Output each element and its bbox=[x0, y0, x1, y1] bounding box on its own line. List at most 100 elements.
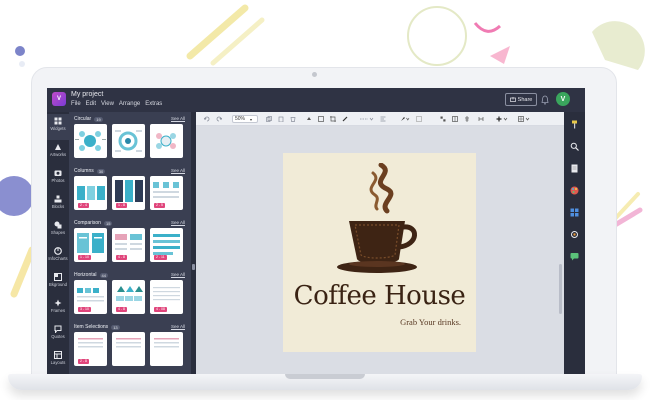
template-thumbnail[interactable]: 2 - 5 bbox=[150, 176, 183, 210]
template-thumbnail[interactable]: 4 - 8 bbox=[112, 280, 145, 314]
template-thumbnail[interactable] bbox=[150, 332, 183, 366]
delete-icon[interactable] bbox=[290, 116, 296, 122]
menu-extras[interactable]: Extras bbox=[145, 101, 162, 107]
widgets-panel: Circular 19 See All Columns 30 See All 2… bbox=[69, 112, 191, 374]
vertical-scrollbar[interactable] bbox=[559, 264, 562, 314]
panel-section-comparison: Comparison 15 See All 1 - 10 4 - 8 2 - 1… bbox=[72, 218, 188, 270]
artboard[interactable]: Coffee House Grab Your drinks. bbox=[283, 153, 476, 352]
layers-icon[interactable] bbox=[570, 208, 579, 217]
menu-view[interactable]: View bbox=[101, 101, 114, 107]
paste-icon[interactable] bbox=[278, 116, 284, 122]
rail-item-widgets[interactable]: Widgets bbox=[47, 114, 69, 140]
see-all-link[interactable]: See All bbox=[171, 220, 185, 225]
crop-icon[interactable] bbox=[330, 116, 336, 122]
fill-color-icon[interactable] bbox=[306, 116, 312, 122]
rail-label: Artworks bbox=[49, 152, 67, 157]
group-icon[interactable] bbox=[440, 116, 446, 122]
see-all-link[interactable]: See All bbox=[171, 116, 185, 121]
rail-label: Blocks bbox=[51, 204, 65, 209]
section-count-badge: 30 bbox=[96, 168, 106, 174]
user-avatar[interactable]: V bbox=[556, 92, 570, 106]
redo-icon[interactable] bbox=[216, 116, 222, 122]
section-title: Comparison bbox=[74, 220, 101, 226]
template-thumbnail[interactable] bbox=[74, 124, 107, 158]
frames-icon bbox=[54, 299, 62, 307]
distribute-icon[interactable] bbox=[452, 116, 458, 122]
image-icon[interactable] bbox=[318, 116, 324, 122]
share-button[interactable]: Share bbox=[505, 93, 537, 106]
template-thumbnail[interactable]: 3 - 10 bbox=[74, 280, 107, 314]
menu-file[interactable]: File bbox=[71, 101, 81, 107]
item-selection-preview bbox=[154, 338, 179, 348]
rail-label: Quotes bbox=[51, 334, 65, 339]
share-label: Share bbox=[517, 96, 533, 103]
template-thumbnail[interactable]: 2 - 4 bbox=[74, 176, 107, 210]
template-thumbnail[interactable]: 2 - 11 bbox=[150, 228, 183, 262]
rail-item-artworks[interactable]: Artworks bbox=[47, 140, 69, 166]
canvas-area[interactable]: Coffee House Grab Your drinks. bbox=[196, 126, 564, 374]
project-title[interactable]: My project bbox=[71, 91, 103, 98]
copy-icon[interactable] bbox=[266, 116, 272, 122]
pen-tool-icon[interactable] bbox=[400, 116, 410, 122]
rail-item-shapes[interactable]: Shapes bbox=[47, 218, 69, 244]
undo-icon[interactable] bbox=[204, 116, 210, 122]
search-icon[interactable] bbox=[570, 142, 579, 151]
template-thumbnail[interactable] bbox=[112, 124, 145, 158]
infocharts-icon bbox=[54, 247, 62, 255]
rail-item-quotes[interactable]: Quotes bbox=[47, 322, 69, 348]
notification-bell-icon[interactable] bbox=[541, 95, 549, 105]
menu-arrange[interactable]: Arrange bbox=[119, 101, 140, 107]
panel-section-horizontal: Horizontal 44 See All 3 - 10 4 - 8 4 - 0… bbox=[72, 270, 188, 322]
menu-edit[interactable]: Edit bbox=[86, 101, 96, 107]
page-icon[interactable] bbox=[570, 164, 579, 173]
line-style-icon[interactable] bbox=[360, 116, 374, 122]
layer-icon[interactable] bbox=[416, 116, 422, 122]
laptop-notch bbox=[285, 374, 365, 379]
rail-item-blocks[interactable]: Blocks bbox=[47, 192, 69, 218]
template-thumbnail[interactable] bbox=[112, 332, 145, 366]
paint-brush-icon[interactable] bbox=[570, 120, 579, 129]
template-thumbnail[interactable]: 4 - 8 bbox=[112, 228, 145, 262]
slide-range-badge: 1 - 8 bbox=[116, 203, 128, 208]
coffee-cup-logo[interactable] bbox=[329, 163, 429, 275]
rail-item-background[interactable]: Bkground bbox=[47, 270, 69, 296]
grid-icon[interactable] bbox=[518, 116, 530, 122]
slide-range-badge: 4 - 8 bbox=[116, 255, 128, 260]
see-all-link[interactable]: See All bbox=[171, 272, 185, 277]
align-left-icon[interactable] bbox=[380, 116, 386, 122]
app-screen: V My project File Edit View Arrange Extr… bbox=[47, 88, 585, 374]
chat-icon[interactable] bbox=[570, 252, 579, 261]
tagline-text[interactable]: Grab Your drinks. bbox=[283, 317, 461, 327]
template-thumbnail[interactable]: 4 - 08 bbox=[150, 280, 183, 314]
add-element-icon[interactable] bbox=[496, 116, 508, 122]
rail-item-photos[interactable]: Photos bbox=[47, 166, 69, 192]
item-selection-preview bbox=[116, 338, 141, 348]
template-thumbnail[interactable]: 2 - 8 bbox=[74, 332, 107, 366]
section-header: Circular 19 bbox=[74, 116, 103, 122]
template-thumbnail[interactable]: 1 - 8 bbox=[112, 176, 145, 210]
rail-item-layouts[interactable]: Layouts bbox=[47, 348, 69, 374]
see-all-link[interactable]: See All bbox=[171, 324, 185, 329]
layouts-icon bbox=[54, 351, 62, 359]
section-count-badge: 15 bbox=[103, 220, 113, 226]
template-thumbnail[interactable]: 1 - 10 bbox=[74, 228, 107, 262]
brush-icon[interactable] bbox=[342, 116, 348, 122]
artworks-icon bbox=[55, 144, 61, 150]
settings-icon[interactable] bbox=[570, 230, 579, 239]
rail-item-frames[interactable]: Frames bbox=[47, 296, 69, 322]
flip-icon[interactable] bbox=[478, 116, 484, 122]
see-all-link[interactable]: See All bbox=[171, 168, 185, 173]
slide-range-badge: 4 - 08 bbox=[154, 307, 167, 312]
section-count-badge: 13 bbox=[111, 324, 120, 330]
avatar-initial: V bbox=[560, 95, 566, 103]
right-tool-rail bbox=[564, 112, 585, 374]
zoom-select[interactable]: 50% ▾ bbox=[232, 115, 258, 123]
template-thumbnail[interactable] bbox=[150, 124, 183, 158]
align-center-icon[interactable] bbox=[464, 116, 470, 122]
section-title: Circular bbox=[74, 116, 92, 122]
slide-range-badge: 2 - 8 bbox=[78, 359, 90, 364]
brand-name-text[interactable]: Coffee House bbox=[283, 281, 476, 311]
app-logo[interactable]: V bbox=[52, 92, 66, 106]
rail-item-infocharts[interactable]: InfoCharts bbox=[47, 244, 69, 270]
palette-icon[interactable] bbox=[570, 186, 579, 195]
